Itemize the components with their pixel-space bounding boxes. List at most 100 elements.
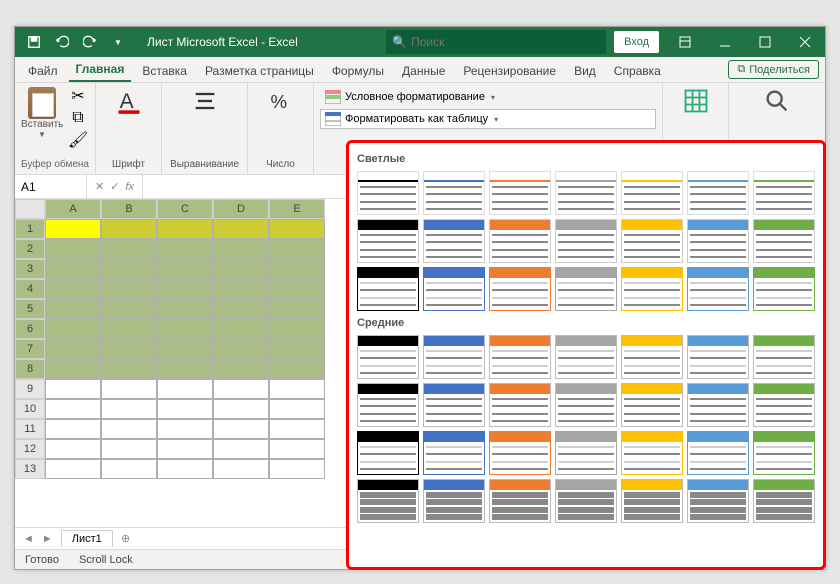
table-style-thumb[interactable] [423,383,485,427]
table-style-thumb[interactable] [357,479,419,523]
tab-help[interactable]: Справка [607,60,668,82]
ribbon-display-options[interactable] [665,27,705,57]
table-style-thumb[interactable] [621,267,683,311]
cell[interactable] [213,419,269,439]
table-style-thumb[interactable] [687,267,749,311]
table-style-thumb[interactable] [621,219,683,263]
maximize-button[interactable] [745,27,785,57]
cell[interactable] [101,459,157,479]
table-style-thumb[interactable] [555,171,617,215]
cell[interactable] [157,419,213,439]
cell[interactable] [213,219,269,239]
table-style-thumb[interactable] [687,335,749,379]
cell[interactable] [213,339,269,359]
column-header[interactable]: E [269,199,325,219]
redo-button[interactable] [79,31,101,53]
cell[interactable] [45,459,101,479]
row-header[interactable]: 5 [15,299,45,319]
cell[interactable] [213,259,269,279]
cell[interactable] [157,259,213,279]
table-style-thumb[interactable] [357,383,419,427]
cell[interactable] [101,219,157,239]
cut-button[interactable]: ✂ [67,87,89,105]
table-style-thumb[interactable] [489,335,551,379]
table-style-thumb[interactable] [621,383,683,427]
cell[interactable] [157,439,213,459]
tab-layout[interactable]: Разметка страницы [198,60,321,82]
cell[interactable] [101,399,157,419]
cell[interactable] [45,419,101,439]
table-style-thumb[interactable] [753,479,815,523]
fx-icon[interactable]: fx [125,181,134,193]
cell[interactable] [45,439,101,459]
group-number[interactable]: % Число [248,83,314,174]
tab-home[interactable]: Главная [69,58,132,82]
copy-button[interactable]: ⧉ [67,109,89,127]
cell[interactable] [213,459,269,479]
cell[interactable] [101,239,157,259]
table-style-thumb[interactable] [357,431,419,475]
sheet-tab[interactable]: Лист1 [61,530,113,547]
undo-button[interactable] [51,31,73,53]
cell[interactable] [213,439,269,459]
table-style-thumb[interactable] [753,383,815,427]
cell[interactable] [269,359,325,379]
cell[interactable] [269,339,325,359]
table-style-thumb[interactable] [423,431,485,475]
tab-file[interactable]: Файл [21,60,65,82]
cell[interactable] [269,379,325,399]
table-style-thumb[interactable] [423,267,485,311]
cell[interactable] [101,339,157,359]
row-header[interactable]: 11 [15,419,45,439]
column-header[interactable]: D [213,199,269,219]
cell[interactable] [45,359,101,379]
cell[interactable] [45,319,101,339]
format-painter-button[interactable]: 🖌 [67,131,89,149]
table-style-thumb[interactable] [687,219,749,263]
cell[interactable] [269,399,325,419]
table-style-thumb[interactable] [489,219,551,263]
row-header[interactable]: 8 [15,359,45,379]
cell[interactable] [269,319,325,339]
table-style-thumb[interactable] [423,219,485,263]
share-button[interactable]: ⧉Поделиться [728,60,819,79]
cell[interactable] [269,259,325,279]
cell[interactable] [213,399,269,419]
cell[interactable] [101,279,157,299]
cell[interactable] [45,339,101,359]
cell[interactable] [157,219,213,239]
cell[interactable] [213,239,269,259]
row-header[interactable]: 2 [15,239,45,259]
table-style-thumb[interactable] [687,479,749,523]
tab-formulas[interactable]: Формулы [325,60,391,82]
table-style-thumb[interactable] [621,171,683,215]
cell[interactable] [157,359,213,379]
cell[interactable] [157,299,213,319]
cell[interactable] [157,279,213,299]
tab-view[interactable]: Вид [567,60,603,82]
table-style-thumb[interactable] [423,171,485,215]
column-header[interactable]: A [45,199,101,219]
cell[interactable] [213,359,269,379]
cell[interactable] [157,379,213,399]
table-style-thumb[interactable] [489,267,551,311]
cell[interactable] [45,219,101,239]
table-style-thumb[interactable] [753,219,815,263]
row-header[interactable]: 10 [15,399,45,419]
minimize-button[interactable] [705,27,745,57]
cell[interactable] [45,399,101,419]
table-style-thumb[interactable] [555,383,617,427]
tab-insert[interactable]: Вставка [135,60,194,82]
enter-formula-icon[interactable]: ✓ [110,180,119,193]
cell[interactable] [45,259,101,279]
table-style-thumb[interactable] [753,431,815,475]
cell[interactable] [101,359,157,379]
cell[interactable] [157,319,213,339]
column-header[interactable]: C [157,199,213,219]
table-style-thumb[interactable] [489,383,551,427]
cell[interactable] [269,219,325,239]
cell[interactable] [45,379,101,399]
table-style-thumb[interactable] [423,479,485,523]
table-style-thumb[interactable] [357,219,419,263]
cell[interactable] [101,379,157,399]
